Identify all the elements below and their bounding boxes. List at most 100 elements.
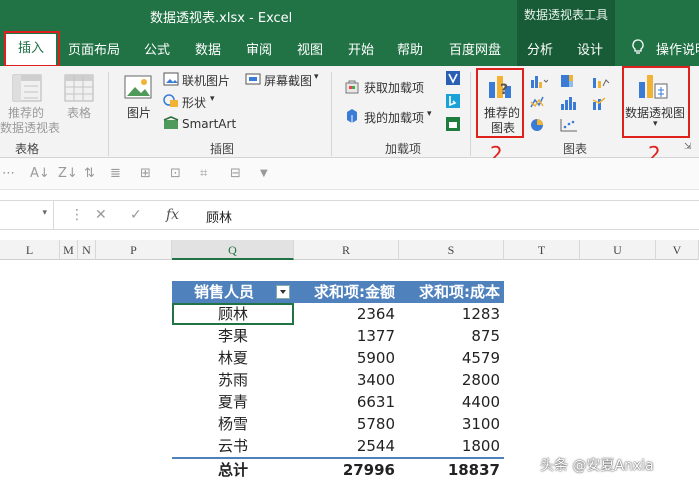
pie-chart-icon[interactable] — [530, 118, 548, 135]
format-cells-icon[interactable]: ⊡ — [170, 166, 181, 181]
column-header-m[interactable]: M — [60, 240, 78, 260]
header-sum-amount[interactable]: 求和项:金额 — [294, 281, 399, 303]
header-sum-cost[interactable]: 求和项:成本 — [399, 281, 504, 303]
filter-dropdown-icon[interactable] — [276, 285, 290, 299]
hierarchy-chart-icon[interactable] — [560, 74, 578, 91]
sort-descending-icon[interactable]: Z↓ — [58, 166, 78, 181]
smartart-button[interactable]: SmartArt — [182, 117, 236, 131]
column-header-u[interactable]: U — [580, 240, 656, 260]
column-header-n[interactable]: N — [78, 240, 96, 260]
row-label-cell[interactable]: 李果 — [172, 325, 294, 347]
amount-cell[interactable]: 5780 — [294, 413, 399, 435]
grand-total-row: 总计 27996 18837 — [172, 457, 504, 479]
amount-cell[interactable]: 3400 — [294, 369, 399, 391]
format-painter-icon[interactable]: ⌗ — [200, 166, 207, 181]
amount-cell[interactable]: 5900 — [294, 347, 399, 369]
sort-icon[interactable]: ⇅ — [84, 166, 95, 181]
column-header-v[interactable]: V — [656, 240, 699, 260]
pivot-header-row: 销售人员 求和项:金额 求和项:成本 — [172, 281, 504, 303]
group-separator — [470, 72, 471, 156]
statistic-chart-icon[interactable] — [560, 96, 578, 113]
tab-page-layout[interactable]: 页面布局 — [68, 39, 120, 58]
column-header-p[interactable]: P — [96, 240, 172, 260]
cost-cell[interactable]: 4579 — [399, 347, 504, 369]
group-label-charts: 图表 — [563, 142, 588, 156]
tab-help[interactable]: 帮助 — [397, 39, 423, 58]
row-label-cell[interactable]: 云书 — [172, 435, 294, 457]
people-graph-icon — [445, 116, 461, 135]
header-salesperson[interactable]: 销售人员 — [172, 281, 294, 303]
column-header-t[interactable]: T — [504, 240, 580, 260]
name-box-dropdown-icon[interactable]: ▾ — [42, 208, 47, 218]
cancel-icon[interactable]: ✕ — [95, 207, 107, 223]
table-row: 顾林 2364 1283 — [172, 303, 504, 325]
screenshot-button[interactable]: 屏幕截图 — [264, 72, 312, 89]
shapes-button[interactable]: 形状 — [182, 94, 206, 111]
column-header-l[interactable]: L — [0, 240, 60, 260]
row-label-cell[interactable]: 苏雨 — [172, 369, 294, 391]
my-addins-button[interactable]: 我的加载项 — [364, 109, 424, 126]
column-header-r[interactable]: R — [294, 240, 399, 260]
line-chart-icon[interactable] — [530, 96, 548, 113]
tab-formulas[interactable]: 公式 — [144, 39, 170, 58]
combo-chart-icon[interactable] — [592, 96, 610, 113]
title-bar: 数据透视表.xlsx - Excel 数据透视表工具 — [0, 0, 699, 30]
amount-cell[interactable]: 6631 — [294, 391, 399, 413]
annotation-box-pivot-chart — [622, 66, 690, 138]
toolbar-overflow-icon[interactable]: ⋯ — [2, 166, 15, 181]
smartart-icon — [163, 116, 179, 133]
get-addins-button[interactable]: 获取加载项 — [364, 79, 424, 96]
column-chart-icon[interactable] — [530, 74, 549, 91]
tab-design[interactable]: 设计 — [577, 39, 603, 58]
visio-icon — [445, 70, 461, 89]
scatter-chart-icon[interactable] — [592, 74, 610, 91]
sort-ascending-icon[interactable]: A↓ — [30, 166, 50, 181]
grand-total-label[interactable]: 总计 — [172, 459, 294, 481]
formula-menu-icon[interactable]: ⋮ — [70, 207, 84, 223]
cost-cell[interactable]: 875 — [399, 325, 504, 347]
row-label-cell[interactable]: 顾林 — [172, 303, 294, 325]
dialog-launcher-icon[interactable]: ⇲ — [684, 142, 692, 152]
scatter-plot-icon[interactable] — [560, 118, 578, 135]
column-header-q[interactable]: Q — [172, 240, 294, 260]
picture-button[interactable]: 图片 — [127, 104, 151, 121]
align-icon[interactable]: ≣ — [110, 166, 121, 181]
row-label-cell[interactable]: 夏青 — [172, 391, 294, 413]
table-row: 夏青 6631 4400 — [172, 391, 504, 413]
merge-icon[interactable]: ⊞ — [140, 166, 151, 181]
tab-data[interactable]: 数据 — [195, 39, 221, 58]
cost-cell[interactable]: 2800 — [399, 369, 504, 391]
cost-cell[interactable]: 1283 — [399, 303, 504, 325]
annotation-box-insert-tab — [4, 31, 60, 67]
formula-input[interactable]: 顾林 — [206, 207, 232, 226]
table-row: 林夏 5900 4579 — [172, 347, 504, 369]
grand-total-cost[interactable]: 18837 — [399, 459, 504, 481]
recommended-pivot-label: 数据透视表 — [0, 121, 61, 135]
enter-icon[interactable]: ✓ — [130, 207, 142, 223]
cost-cell[interactable]: 1800 — [399, 435, 504, 457]
table-button[interactable]: 表格 — [67, 104, 91, 121]
table-icon — [64, 74, 94, 105]
row-label-cell[interactable]: 林夏 — [172, 347, 294, 369]
amount-cell[interactable]: 2364 — [294, 303, 399, 325]
tab-baidu-netdisk[interactable]: 百度网盘 — [449, 39, 501, 58]
amount-cell[interactable]: 2544 — [294, 435, 399, 457]
tell-me-search[interactable]: 操作说明 — [656, 39, 699, 58]
toolbar-dropdown-icon[interactable]: ▼ — [260, 168, 268, 179]
tab-analyze[interactable]: 分析 — [527, 39, 553, 58]
tab-home[interactable]: 开始 — [348, 39, 374, 58]
column-header-s[interactable]: S — [399, 240, 504, 260]
cost-cell[interactable]: 3100 — [399, 413, 504, 435]
insert-function-button[interactable]: fx — [166, 207, 179, 223]
pivot-table-icon — [12, 74, 42, 105]
cost-cell[interactable]: 4400 — [399, 391, 504, 413]
online-pictures-button[interactable]: 联机图片 — [182, 72, 230, 89]
row-label-cell[interactable]: 杨雪 — [172, 413, 294, 435]
amount-cell[interactable]: 1377 — [294, 325, 399, 347]
group-label-tables: 表格 — [15, 142, 40, 156]
grand-total-amount[interactable]: 27996 — [294, 459, 399, 481]
border-icon[interactable]: ⊟ — [230, 166, 241, 181]
tab-review[interactable]: 审阅 — [246, 39, 272, 58]
name-box[interactable]: ▾ — [0, 201, 54, 229]
tab-view[interactable]: 视图 — [297, 39, 323, 58]
